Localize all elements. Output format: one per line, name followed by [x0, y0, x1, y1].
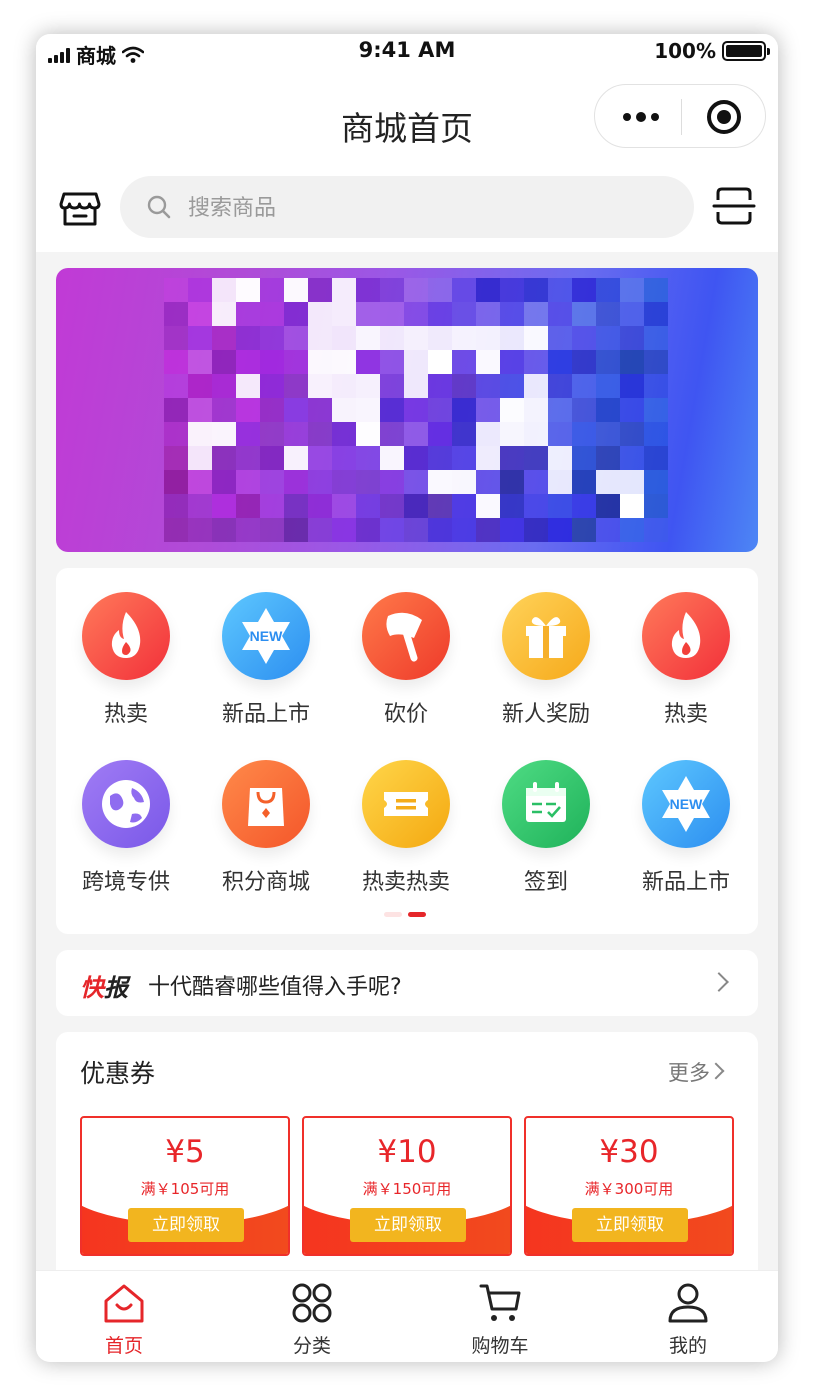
grid-label: 新品上市	[221, 702, 310, 727]
svg-text:NEW: NEW	[250, 628, 283, 644]
scan-icon[interactable]	[712, 184, 756, 228]
globe-icon	[82, 760, 170, 848]
tab-label: 首页	[104, 1335, 143, 1357]
pager-dot	[384, 912, 402, 917]
search-icon	[147, 195, 171, 219]
pager-dot-active	[408, 912, 426, 917]
coupon-card: ¥30 满￥300可用 立即领取	[524, 1116, 734, 1256]
new-badge-icon: NEW	[222, 592, 310, 680]
coupon-card: ¥5 满￥105可用 立即领取	[80, 1116, 290, 1256]
coupon-amount: ¥10	[377, 1134, 437, 1170]
coupon-card: ¥10 满￥150可用 立即领取	[302, 1116, 512, 1256]
grid-item-bargain[interactable]: 砍价	[336, 592, 476, 742]
battery-icon	[722, 41, 770, 61]
svg-text:NEW: NEW	[670, 796, 703, 812]
tab-label: 分类	[292, 1335, 331, 1357]
mini-program-capsule	[594, 84, 766, 148]
battery-percent: 100%	[654, 39, 716, 63]
user-icon	[668, 1283, 708, 1323]
home-icon	[104, 1284, 144, 1323]
grid-label: 热卖	[103, 702, 148, 727]
grid-label: 跨境专供	[81, 870, 170, 895]
store-icon[interactable]	[58, 186, 102, 230]
grid-item-newcomer-reward[interactable]: 新人奖励	[476, 592, 616, 742]
grid-item-hot-sale-2[interactable]: 热卖	[616, 592, 756, 742]
search-placeholder: 搜索商品	[188, 196, 277, 221]
grid-pager	[384, 912, 426, 917]
claim-coupon-button[interactable]: 立即领取	[128, 1208, 244, 1242]
phone-frame: 商城 9:41 AM 100% 商城首页 搜索商品 热卖 NEW 新品上市 砍价…	[36, 34, 778, 1362]
gift-icon	[502, 592, 590, 680]
news-tag: 快报	[80, 968, 128, 1003]
coupon-condition: 满￥150可用	[362, 1180, 452, 1198]
tab-cart[interactable]: 购物车	[440, 1281, 560, 1361]
coupon-more-link[interactable]: 更多	[668, 1057, 710, 1087]
news-tag-part1: 快	[80, 974, 104, 1002]
tab-label: 我的	[668, 1335, 707, 1357]
status-bar: 商城 9:41 AM 100%	[36, 34, 778, 70]
tab-category[interactable]: 分类	[252, 1281, 372, 1361]
tab-label: 购物车	[471, 1335, 529, 1357]
ticket-icon	[362, 760, 450, 848]
status-right: 100%	[654, 39, 770, 63]
news-tag-part2: 报	[104, 974, 128, 1002]
grid-item-points-mall[interactable]: 积分商城	[196, 760, 336, 910]
grid-label: 新品上市	[641, 870, 730, 895]
grid-item-check-in[interactable]: 签到	[476, 760, 616, 910]
coupon-condition: 满￥300可用	[584, 1180, 674, 1198]
search-row: 搜索商品	[36, 172, 778, 252]
bottom-tab-bar: 首页 分类 购物车 我的	[36, 1270, 778, 1362]
coupon-amount: ¥30	[599, 1134, 659, 1170]
search-input[interactable]: 搜索商品	[120, 176, 694, 238]
grid-item-new-arrivals-2[interactable]: NEW 新品上市	[616, 760, 756, 910]
close-target-icon[interactable]	[707, 100, 741, 134]
flame-icon	[642, 592, 730, 680]
claim-coupon-button[interactable]: 立即领取	[572, 1208, 688, 1242]
grid-item-new-arrivals[interactable]: NEW 新品上市	[196, 592, 336, 742]
grid-label: 热卖	[663, 702, 708, 727]
axe-icon	[362, 592, 450, 680]
more-icon[interactable]	[623, 112, 659, 122]
banner-pixelated-image	[164, 278, 668, 542]
chevron-right-icon[interactable]	[707, 1062, 725, 1080]
grid-label: 砍价	[383, 702, 428, 727]
grid-label: 积分商城	[221, 870, 310, 895]
coupon-section-title: 优惠券	[80, 1059, 156, 1088]
coupon-condition: 满￥105可用	[140, 1180, 230, 1198]
promo-banner[interactable]	[56, 268, 758, 552]
grid-label: 新人奖励	[501, 702, 590, 727]
chevron-right-icon	[709, 972, 729, 992]
news-text: 十代酷睿哪些值得入手呢?	[148, 975, 402, 1000]
tab-profile[interactable]: 我的	[628, 1281, 748, 1361]
cart-icon	[479, 1284, 521, 1321]
grid-item-hot-hot[interactable]: 热卖热卖	[336, 760, 476, 910]
grid-label: 热卖热卖	[361, 870, 450, 895]
coupon-amount: ¥5	[165, 1134, 205, 1170]
grid-label: 签到	[523, 870, 568, 895]
new-badge-icon: NEW	[642, 760, 730, 848]
news-ticker[interactable]: 快报 十代酷睿哪些值得入手呢?	[56, 950, 758, 1016]
tab-home[interactable]: 首页	[64, 1281, 184, 1361]
calendar-check-icon	[502, 760, 590, 848]
grid-item-cross-border[interactable]: 跨境专供	[56, 760, 196, 910]
shopping-bag-icon	[222, 760, 310, 848]
category-icon	[292, 1283, 332, 1323]
capsule-divider	[681, 99, 682, 135]
flame-icon	[82, 592, 170, 680]
grid-item-hot-sale[interactable]: 热卖	[56, 592, 196, 742]
claim-coupon-button[interactable]: 立即领取	[350, 1208, 466, 1242]
category-grid: 热卖 NEW 新品上市 砍价 新人奖励 热卖 跨境专供 积分商城 热卖热卖 签到…	[56, 568, 758, 934]
nav-bar: 商城首页	[36, 70, 778, 188]
